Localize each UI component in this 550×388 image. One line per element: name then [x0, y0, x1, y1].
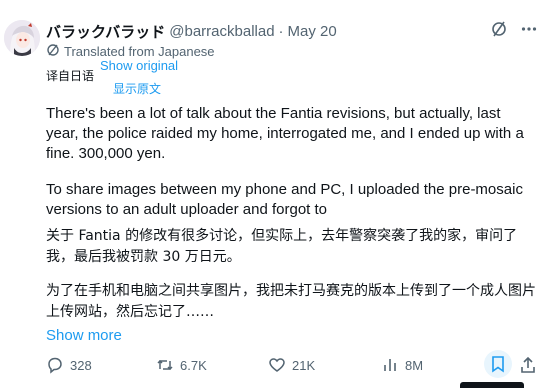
share-button[interactable]	[519, 356, 537, 374]
action-bar: 328 6.7K 21K 8M	[46, 350, 537, 378]
more-horizontal-icon[interactable]	[520, 20, 538, 38]
views-button[interactable]: 8M	[381, 356, 423, 374]
reply-icon	[46, 356, 64, 374]
tweet-header: バラックバラッド @barrackballad · May 20	[46, 19, 337, 43]
avatar[interactable]	[4, 20, 40, 56]
reply-count: 328	[70, 357, 92, 373]
tweet-text-zh-1: 关于 Fantia 的修改有很多讨论，但实际上，去年警察突袭了我的家，审问了我，…	[46, 228, 518, 265]
translated-notice-zh: 译自日语	[46, 69, 95, 83]
show-more-link[interactable]: Show more	[46, 327, 122, 344]
tweet-text-en-2: To share images between my phone and PC,…	[46, 181, 523, 218]
separator-dot: ·	[278, 22, 284, 40]
repost-button[interactable]: 6.7K	[156, 356, 207, 374]
heart-icon	[268, 356, 286, 374]
translated-notice-text: Translated from Japanese	[64, 44, 215, 59]
display-name[interactable]: バラックバラッド	[46, 21, 165, 42]
show-original-link[interactable]: Show original	[100, 58, 178, 73]
show-original-zh-link[interactable]: 显示原文	[113, 80, 161, 97]
grok-slash-icon[interactable]	[490, 20, 508, 38]
top-actions	[490, 20, 538, 38]
reply-button[interactable]: 328	[46, 356, 92, 374]
avatar-image	[4, 20, 40, 56]
user-handle[interactable]: @barrackballad	[169, 23, 274, 40]
share-icon	[519, 356, 537, 374]
translate-icon	[46, 43, 60, 60]
like-button[interactable]: 21K	[268, 356, 315, 374]
like-count: 21K	[292, 357, 316, 373]
tweet-text-zh-2: 为了在手机和电脑之间共享图片，我把未打马赛克的版本上传到了一个成人图片上传网站，…	[46, 283, 536, 320]
tweet-text-en-1: There's been a lot of talk about the Fan…	[46, 105, 524, 162]
tweet-date[interactable]: May 20	[288, 23, 337, 40]
tweet: バラックバラッド @barrackballad · May 20 Transla…	[0, 0, 550, 388]
bookmark-button[interactable]	[484, 350, 512, 378]
views-count: 8M	[405, 357, 424, 373]
repost-count: 6.7K	[180, 357, 207, 373]
bookmark-icon	[490, 355, 506, 373]
views-chart-icon	[381, 356, 399, 374]
floating-bar-edge	[460, 382, 524, 388]
retweet-icon	[156, 356, 174, 374]
